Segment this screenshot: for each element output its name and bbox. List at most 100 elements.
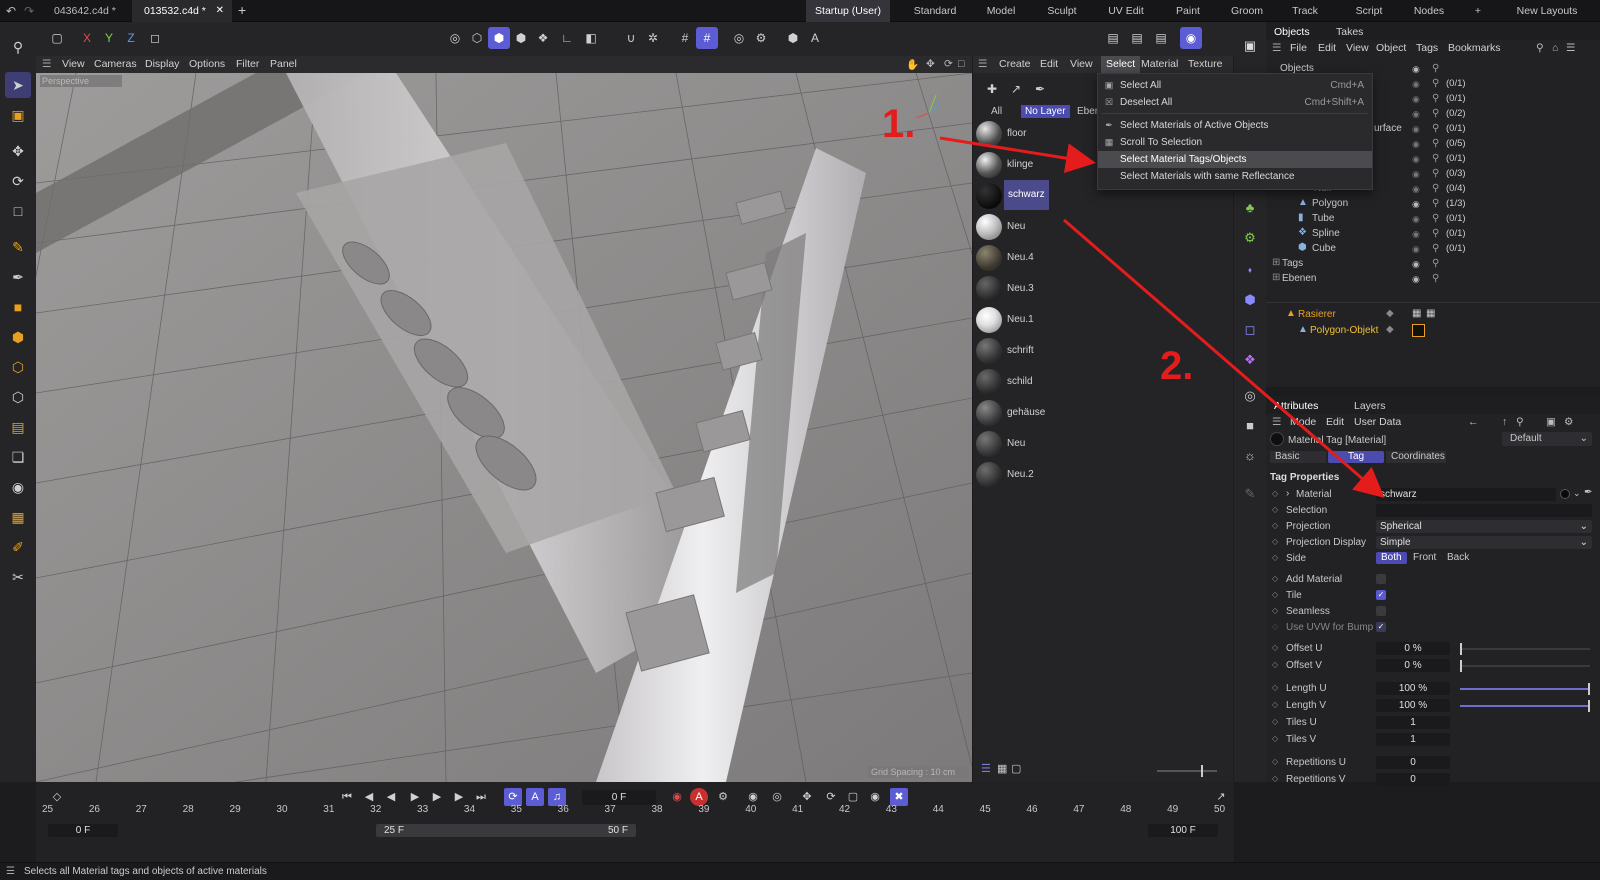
timeline-ruler[interactable]: 25 26 27 28 29 30 31 32 33 34 35 36 37 38 39 40 41 42 43 44… (36, 782, 1234, 822)
primitive-box-icon[interactable]: ■ (5, 294, 31, 320)
viewport-menu-filter[interactable]: Filter (236, 58, 259, 70)
tree-row-ebenen[interactable]: ⊞ Ebenen ◉ ⚲ (1266, 272, 1600, 287)
search-icon[interactable]: ⚲ (1432, 213, 1439, 224)
orbit-icon[interactable]: ⟳ (944, 58, 953, 70)
move-icon[interactable]: ✥ (5, 138, 31, 164)
eye-icon[interactable]: ◉ (1412, 109, 1420, 120)
redshift-icon[interactable]: ◉ (1180, 27, 1202, 49)
undo-icon[interactable]: ↶ (6, 4, 16, 18)
tree-row-cube[interactable]: ⬢ Cube ◉ ⚲ (0/1) (1266, 242, 1600, 257)
repetitions-v-field[interactable]: 0 (1376, 773, 1450, 786)
axis-y-button[interactable]: Y (98, 27, 120, 49)
sculpt-icon[interactable]: ✎ (1238, 482, 1262, 506)
render-picture-icon[interactable]: ▤ (1126, 27, 1148, 49)
material-item-neu1[interactable]: Neu.1 (973, 305, 1233, 335)
filter-all[interactable]: All (991, 106, 1002, 117)
search-icon[interactable]: ⚲ (1432, 168, 1439, 179)
eyedropper-icon[interactable]: ✒ (1029, 78, 1051, 100)
material-menu-view[interactable]: View (1070, 58, 1093, 70)
workplane-icon[interactable]: ◎ (728, 27, 750, 49)
length-v-field[interactable]: 100 % (1376, 699, 1450, 712)
add-document-button[interactable]: + (238, 2, 246, 18)
deformer-icon[interactable]: ⬪ (1238, 258, 1262, 282)
eye-icon[interactable]: ◉ (1412, 169, 1420, 180)
viewport-menu-panel[interactable]: Panel (270, 58, 297, 70)
add-icon[interactable]: ✚ (981, 78, 1003, 100)
seamless-checkbox[interactable] (1376, 606, 1386, 616)
render-settings-icon[interactable]: ▤ (1150, 27, 1172, 49)
rotate-icon[interactable]: ⟳ (5, 168, 31, 194)
redo-icon[interactable]: ↷ (24, 4, 34, 18)
hamburger-icon[interactable]: ☰ (6, 866, 15, 877)
magnet-icon[interactable]: ∪ (620, 27, 642, 49)
render-view-icon[interactable]: ▤ (1102, 27, 1124, 49)
viewport-menu-display[interactable]: Display (145, 58, 179, 70)
soft-selection-icon[interactable]: ✲ (642, 27, 664, 49)
eye-icon[interactable]: ◉ (1412, 124, 1420, 135)
search-icon[interactable]: ⚲ (1432, 93, 1439, 104)
animate-icon[interactable]: ◇ (1272, 521, 1278, 530)
attribute-menu-edit[interactable]: Edit (1326, 416, 1344, 428)
render-shape-icon[interactable]: ⬢ (782, 27, 804, 49)
hamburger-icon[interactable]: ☰ (1272, 416, 1281, 428)
eye-icon[interactable]: ◉ (1412, 139, 1420, 150)
animate-icon[interactable]: ◇ (1272, 606, 1278, 615)
select-box-icon[interactable]: ▣ (5, 102, 31, 128)
fields-icon[interactable]: ❖ (1238, 348, 1262, 372)
knife-icon[interactable]: ✂ (5, 564, 31, 590)
settings-icon[interactable]: ⚙ (1564, 416, 1573, 428)
object-menu-object[interactable]: Object (1376, 42, 1406, 54)
expand-icon[interactable]: ⊞ (1272, 272, 1280, 283)
material-menu-create[interactable]: Create (999, 58, 1031, 70)
mograph-icon[interactable]: ❏ (5, 444, 31, 470)
animate-icon[interactable]: ◇ (1272, 622, 1278, 631)
eye-icon[interactable]: ◉ (1412, 259, 1420, 270)
animate-icon[interactable]: ◇ (1272, 774, 1278, 783)
coordinate-system-icon[interactable]: ◻ (144, 27, 166, 49)
subtab-basic[interactable]: Basic (1270, 451, 1326, 463)
object-menu-tags[interactable]: Tags (1416, 42, 1438, 54)
search-icon[interactable]: ⚲ (1432, 258, 1439, 269)
axis-x-button[interactable]: X (76, 27, 98, 49)
side-back[interactable]: Back (1442, 552, 1474, 564)
offset-u-field[interactable]: 0 % (1376, 642, 1450, 655)
attribute-menu-user-data[interactable]: User Data (1354, 416, 1401, 428)
snap-grid-icon[interactable]: # (674, 27, 696, 49)
material-link-field[interactable]: schwarz (1376, 488, 1556, 501)
repetitions-u-field[interactable]: 0 (1376, 756, 1450, 769)
points-mode-icon[interactable]: ◎ (444, 27, 466, 49)
length-v-slider[interactable] (1460, 700, 1590, 712)
object-menu-edit[interactable]: Edit (1318, 42, 1336, 54)
object-menu-bookmarks[interactable]: Bookmarks (1448, 42, 1501, 54)
animate-icon[interactable]: ◇ (1272, 505, 1278, 514)
animate-icon[interactable]: ◇ (1272, 574, 1278, 583)
close-icon[interactable]: ✕ (216, 0, 224, 22)
scene-row-polygon-objekt[interactable]: ▲ Polygon-Objekt ◆ (1266, 324, 1600, 339)
material-menu-material[interactable]: Material (1141, 58, 1178, 70)
material-item-gehaeuse[interactable]: gehäuse (973, 398, 1233, 428)
eye-icon[interactable]: ◉ (1412, 244, 1420, 255)
polygons-mode-icon[interactable]: ⬢ (488, 27, 510, 49)
material-item-schrift[interactable]: schrift (973, 336, 1233, 366)
eye-icon[interactable]: ◉ (1412, 64, 1420, 75)
viewport-menu-view[interactable]: View (62, 58, 85, 70)
solo-icon[interactable]: ◧ (580, 27, 602, 49)
texture-icon[interactable]: ▦ (5, 504, 31, 530)
sketch-icon[interactable]: ✒ (5, 264, 31, 290)
hamburger-icon[interactable]: ☰ (978, 58, 987, 70)
material-item-neu2[interactable]: Neu.2 (973, 460, 1233, 490)
object-menu-file[interactable]: File (1290, 42, 1307, 54)
preset-dropdown[interactable]: Default ⌄ (1502, 432, 1592, 446)
layout-tab-script[interactable]: Script (1344, 0, 1394, 22)
home-icon[interactable]: ⌂ (1552, 42, 1558, 54)
new-layouts-button[interactable]: New Layouts (1502, 0, 1592, 22)
search-icon[interactable]: ⚲ (1432, 198, 1439, 209)
hamburger-icon[interactable]: ☰ (1272, 42, 1281, 54)
layer-icon[interactable]: ◆ (1386, 324, 1394, 335)
document-tab-043642[interactable]: 043642.c4d * (42, 0, 128, 22)
filter-icon[interactable]: ☰ (1566, 42, 1575, 54)
picture-viewer-icon[interactable]: ▢ (46, 27, 68, 49)
offset-u-slider[interactable] (1460, 643, 1590, 655)
commander-icon[interactable]: ▣ (1238, 34, 1262, 58)
menu-item-select-same-reflectance[interactable]: Select Materials with same Reflectance (1098, 168, 1372, 185)
